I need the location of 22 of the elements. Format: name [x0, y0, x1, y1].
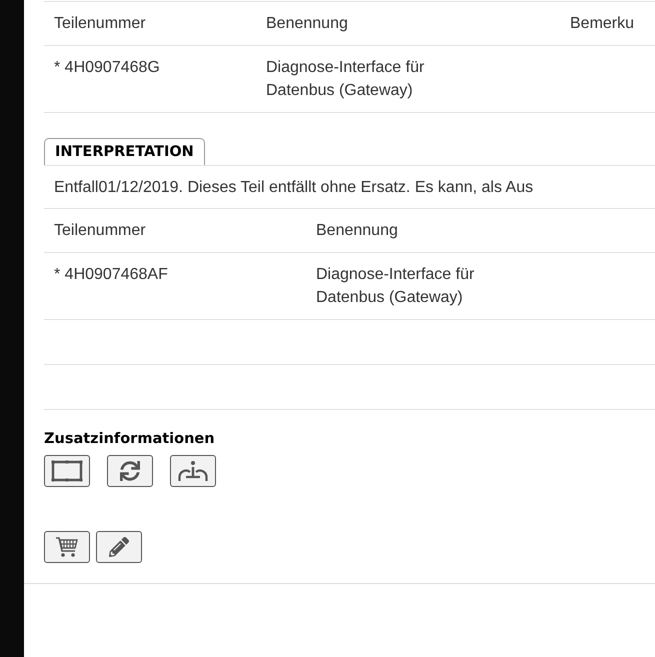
- part-number-text: * 4H0907468AF: [54, 266, 168, 283]
- frame-icon: [51, 460, 83, 482]
- part-description-text: Diagnose-Interface für Datenbus (Gateway): [266, 58, 426, 101]
- pencil-icon: [109, 537, 129, 557]
- part-number-text: * 4H0907468G: [54, 59, 160, 76]
- tab[interactable]: INTERPRETATION: [44, 138, 205, 165]
- section-title: Zusatzinformationen: [44, 431, 215, 448]
- column-header: Teilenummer: [54, 15, 146, 32]
- column-header: Benennung: [266, 15, 348, 32]
- arc-info-icon: [177, 460, 209, 482]
- column-header: Benennung: [316, 222, 398, 239]
- part-description-text: Diagnose-Interface für Datenbus (Gateway): [316, 265, 476, 308]
- column-header: Bemerku: [570, 15, 634, 32]
- refresh-icon: [120, 461, 140, 481]
- edit-button[interactable]: [96, 531, 142, 563]
- info-button[interactable]: [170, 455, 216, 487]
- cart-button[interactable]: [44, 531, 90, 563]
- frame-button[interactable]: [44, 455, 90, 487]
- column-header: Teilenummer: [54, 222, 146, 239]
- cart-icon: [55, 536, 79, 558]
- refresh-button[interactable]: [107, 455, 153, 487]
- note-text: Entfall01/12/2019. Dieses Teil entfällt ohne Ersatz. Es kann, als Aus: [44, 166, 655, 209]
